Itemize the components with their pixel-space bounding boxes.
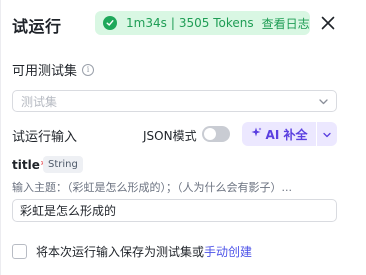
param-type-badge: String [43, 156, 83, 173]
sparkle-icon [251, 127, 262, 141]
save-as-test-set-row: 将本次运行输入保存为测试集或 手动创建 [12, 243, 252, 260]
status-separator: | [170, 16, 175, 30]
run-status-badge: 1m34s | 3505 Tokens 查看日志 [95, 11, 310, 35]
json-mode-toggle[interactable] [202, 126, 230, 142]
view-log-link[interactable]: 查看日志 [262, 15, 310, 32]
param-description: 输入主题：（彩虹是怎么形成的）；（人为什么会有影子）... [12, 181, 292, 194]
title-input-value: 彩虹是怎么形成的 [20, 204, 117, 218]
test-set-placeholder: 测试集 [21, 94, 58, 109]
panel-header: 试运行 1m34s | 3505 Tokens 查看日志 [1, 0, 366, 48]
info-icon[interactable]: i [82, 63, 95, 76]
title-input[interactable]: 彩虹是怎么形成的 [12, 199, 337, 222]
test-run-panel: 试运行 1m34s | 3505 Tokens 查看日志 可用测试集 i 测试集 [0, 0, 366, 275]
ai-complete-button[interactable]: AI 补全 [242, 122, 316, 146]
run-duration: 1m34s [126, 16, 167, 30]
chevron-down-icon [318, 96, 329, 110]
manual-create-link[interactable]: 手动创建 [204, 243, 252, 260]
param-name: title * [12, 158, 47, 172]
test-set-label-text: 可用测试集 [12, 64, 78, 79]
json-mode-label: JSON模式 [143, 129, 197, 143]
save-as-test-set-checkbox[interactable] [12, 244, 27, 259]
panel-title: 试运行 [12, 17, 62, 36]
check-circle-icon [103, 16, 117, 30]
test-set-select[interactable]: 测试集 [12, 90, 337, 112]
chevron-down-icon [322, 125, 332, 144]
toggle-knob [204, 128, 216, 140]
token-count: 3505 Tokens [178, 16, 254, 30]
param-name-text: title [12, 158, 40, 172]
test-set-label: 可用测试集 i [12, 60, 95, 79]
ai-options-dropdown[interactable] [317, 122, 337, 146]
ai-complete-label: AI 补全 [265, 127, 308, 142]
close-icon[interactable] [319, 14, 337, 32]
save-as-test-set-label: 将本次运行输入保存为测试集或 [36, 245, 205, 259]
run-input-label: 试运行输入 [12, 130, 78, 145]
